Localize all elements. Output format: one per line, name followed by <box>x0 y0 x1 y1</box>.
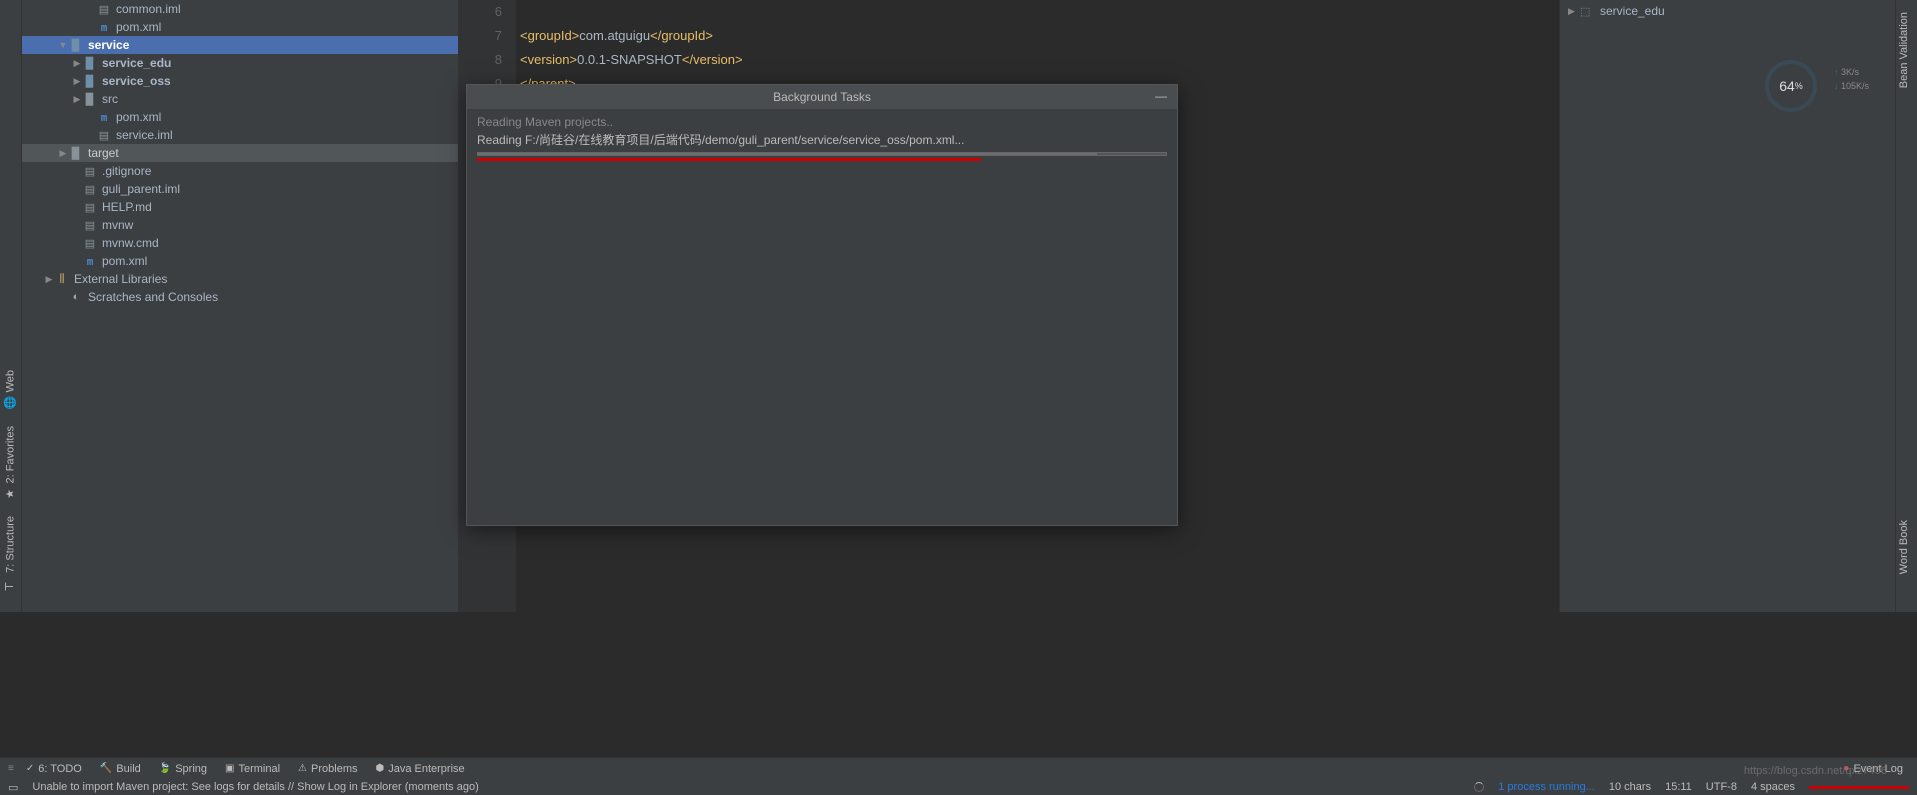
tools-icon: ≡ <box>8 763 14 774</box>
tool-terminal[interactable]: ▣Terminal <box>219 761 286 777</box>
folder-icon: ▉ <box>68 39 84 52</box>
chevron-right-icon: ▶ <box>1568 6 1580 17</box>
rail-word-book[interactable]: Word Book <box>1896 512 1912 582</box>
tree-item-help[interactable]: ▤HELP.md <box>22 198 458 216</box>
module-icon: ⬚ <box>1580 5 1596 18</box>
tree-item-service-edu[interactable]: ▶▉service_edu <box>22 54 458 72</box>
rail-structure[interactable]: 𝍮7: Structure <box>0 508 21 604</box>
chevron-right-icon: ▶ <box>58 148 68 159</box>
file-icon: ▤ <box>82 183 98 196</box>
status-chars: 10 chars <box>1609 781 1651 793</box>
file-icon: ▤ <box>82 237 98 250</box>
tree-item-service-oss[interactable]: ▶▉service_oss <box>22 72 458 90</box>
globe-icon: 🌐 <box>4 396 17 410</box>
file-icon: ▤ <box>82 219 98 232</box>
tree-item-mvnw[interactable]: ▤mvnw <box>22 216 458 234</box>
tree-item-ext-lib[interactable]: ▶⫼External Libraries <box>22 270 458 288</box>
background-tasks-dialog: Background Tasks — Reading Maven project… <box>466 84 1178 526</box>
tree-item-target[interactable]: ▶▉target <box>22 144 458 162</box>
status-icon: ▭ <box>8 781 18 794</box>
left-tool-rail: 🌐Web ★2: Favorites 𝍮7: Structure <box>0 0 22 612</box>
scratches-icon: ◐ <box>68 291 84 303</box>
red-highlight <box>477 158 981 161</box>
tool-todo[interactable]: ✓6: TODO <box>20 761 88 777</box>
tree-item-pom3[interactable]: mpom.xml <box>22 252 458 270</box>
bottom-tool-bar: ≡ ✓6: TODO 🔨Build 🍃Spring ▣Terminal ⚠Pro… <box>0 757 1917 779</box>
rail-bean-validation[interactable]: Bean Validation <box>1896 4 1912 96</box>
network-speeds: 3K/s 105K/s <box>1834 65 1869 93</box>
tree-item-guli-parent[interactable]: ▤guli_parent.iml <box>22 180 458 198</box>
file-icon: ▤ <box>82 165 98 178</box>
terminal-icon: ▣ <box>225 763 234 774</box>
structure-icon: 𝍮 <box>1 582 20 591</box>
star-icon: ★ <box>4 489 17 499</box>
chevron-right-icon: ▶ <box>72 76 82 87</box>
tree-item-service[interactable]: ▼▉service <box>22 36 458 54</box>
status-caret-pos[interactable]: 15:11 <box>1665 781 1692 793</box>
folder-icon: ▉ <box>82 75 98 88</box>
watermark: https://blog.csdn.net/qxz7456 <box>1744 765 1887 777</box>
chevron-down-icon: ▼ <box>58 40 68 50</box>
tree-item-pom2[interactable]: mpom.xml <box>22 108 458 126</box>
file-icon: ▤ <box>96 129 112 142</box>
dialog-titlebar[interactable]: Background Tasks — <box>467 85 1177 109</box>
task-name: Reading Maven projects.. <box>477 115 1167 129</box>
hammer-icon: 🔨 <box>100 763 112 774</box>
rail-web[interactable]: 🌐Web <box>0 362 21 417</box>
minimize-button[interactable]: — <box>1153 89 1169 103</box>
status-indent[interactable]: 4 spaces <box>1751 781 1795 793</box>
red-bar <box>1809 786 1909 789</box>
tool-problems[interactable]: ⚠Problems <box>292 761 363 777</box>
rail-favorites[interactable]: ★2: Favorites <box>0 418 21 508</box>
process-running-link[interactable]: 1 process running... <box>1498 781 1595 793</box>
tool-spring[interactable]: 🍃Spring <box>153 761 213 777</box>
tool-java-ee[interactable]: ⬢Java Enterprise <box>369 761 470 777</box>
folder-icon: ▉ <box>82 57 98 70</box>
spinner-icon <box>1474 782 1484 792</box>
tree-item-service-iml[interactable]: ▤service.iml <box>22 126 458 144</box>
tool-build[interactable]: 🔨Build <box>94 761 147 777</box>
task-detail: Reading F:/尚硅谷/在线教育项目/后端代码/demo/guli_par… <box>477 131 1167 148</box>
check-icon: ✓ <box>26 763 34 774</box>
library-icon: ⫼ <box>54 273 70 286</box>
status-encoding[interactable]: UTF-8 <box>1706 781 1737 793</box>
java-icon: ⬢ <box>375 763 384 774</box>
folder-icon: ▉ <box>68 147 84 160</box>
project-tree[interactable]: ▤common.iml mpom.xml ▼▉service ▶▉service… <box>22 0 458 612</box>
maven-item-service-edu[interactable]: ▶ ⬚ service_edu <box>1560 0 1917 22</box>
warning-icon: ⚠ <box>298 763 307 774</box>
markdown-icon: ▤ <box>82 201 98 214</box>
file-icon: ▤ <box>96 3 112 16</box>
folder-icon: ▉ <box>82 93 98 106</box>
status-bar: ▭ Unable to import Maven project: See lo… <box>0 779 1917 795</box>
tree-item-scratches[interactable]: ◐Scratches and Consoles <box>22 288 458 306</box>
chevron-right-icon: ▶ <box>72 94 82 105</box>
status-message[interactable]: Unable to import Maven project: See logs… <box>32 781 478 793</box>
maven-panel: ▶ ⬚ service_edu 64% 3K/s 105K/s <box>1559 0 1917 612</box>
spring-icon: 🍃 <box>159 763 171 774</box>
right-tool-rail: Bean Validation Word Book <box>1895 0 1917 612</box>
tree-item-mvnw-cmd[interactable]: ▤mvnw.cmd <box>22 234 458 252</box>
tree-item-gitignore[interactable]: ▤.gitignore <box>22 162 458 180</box>
maven-icon: m <box>82 255 98 268</box>
network-gauge: 64% <box>1765 60 1817 112</box>
maven-icon: m <box>96 21 112 34</box>
progress-bar <box>477 152 1167 156</box>
tree-item-src[interactable]: ▶▉src <box>22 90 458 108</box>
chevron-right-icon: ▶ <box>72 58 82 69</box>
tree-item-pom1[interactable]: mpom.xml <box>22 18 458 36</box>
tree-item-common-iml[interactable]: ▤common.iml <box>22 0 458 18</box>
chevron-right-icon: ▶ <box>44 274 54 285</box>
maven-icon: m <box>96 111 112 124</box>
